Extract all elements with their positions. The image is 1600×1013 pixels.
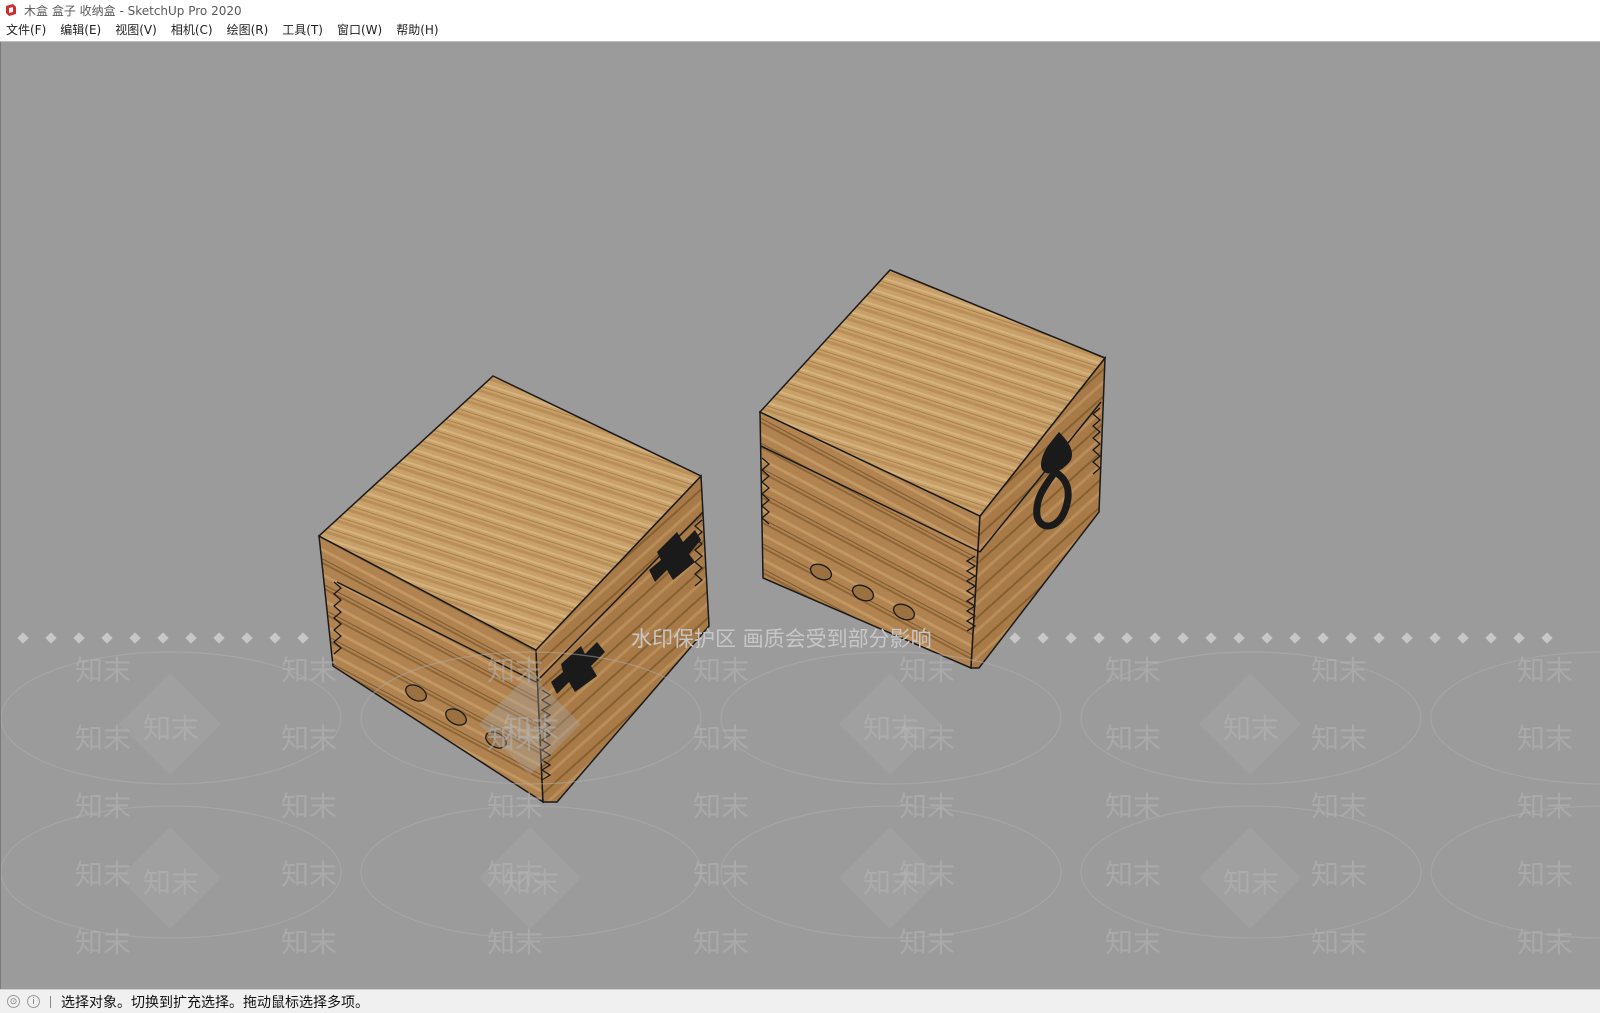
watermark-mark: 知末 xyxy=(503,712,559,745)
watermark-mark: 知末 xyxy=(863,712,919,745)
status-divider xyxy=(50,995,51,1008)
watermark-mark: 知末 xyxy=(693,858,749,891)
modeling-viewport[interactable]: 水印保护区 画质会受到部分影响 知末 知末 知末 知末 知末 知末 知末 知末 … xyxy=(0,42,1600,989)
watermark-mark: 知末 xyxy=(281,654,337,687)
watermark-mark: 知末 xyxy=(281,926,337,959)
watermark-mark: 知末 xyxy=(863,866,919,899)
status-bar: ⊙ i 选择对象。切换到扩充选择。拖动鼠标选择多项。 xyxy=(0,989,1600,1013)
viewport-canvas[interactable]: 水印保护区 画质会受到部分影响 知末 知末 知末 知末 知末 知末 知末 知末知… xyxy=(1,42,1600,989)
watermark-mark: 知末 xyxy=(693,926,749,959)
watermark-mark: 知末 xyxy=(1105,926,1161,959)
wooden-box-right[interactable] xyxy=(758,269,1107,670)
watermark-mark: 知末 xyxy=(75,654,131,687)
watermark-mark: 知末 xyxy=(1517,790,1573,823)
watermark-mark: 知末 xyxy=(1311,858,1367,891)
watermark-mark: 知末 xyxy=(487,926,543,959)
watermark-mark: 知末 xyxy=(487,654,543,687)
menu-tools[interactable]: 工具(T) xyxy=(275,20,330,41)
watermark-banner-text: 水印保护区 画质会受到部分影响 xyxy=(631,627,932,651)
watermark-mark: 知末 xyxy=(899,654,955,687)
menu-window[interactable]: 窗口(W) xyxy=(330,20,389,41)
watermark-mark: 知末 xyxy=(487,790,543,823)
watermark-mark: 知末 xyxy=(75,722,131,755)
watermark-mark: 知末 xyxy=(503,866,559,899)
sketchup-logo-icon xyxy=(6,4,16,16)
menu-camera[interactable]: 相机(C) xyxy=(164,20,220,41)
watermark-mark: 知末 xyxy=(1517,926,1573,959)
watermark-mark: 知末 xyxy=(281,790,337,823)
watermark-mark: 知末 xyxy=(1223,712,1279,745)
watermark-mark: 知末 xyxy=(899,926,955,959)
menu-bar: 文件(F) 编辑(E) 视图(V) 相机(C) 绘图(R) 工具(T) 窗口(W… xyxy=(0,20,1600,42)
watermark-mark: 知末 xyxy=(75,858,131,891)
watermark-mark: 知末 xyxy=(1105,722,1161,755)
menu-view[interactable]: 视图(V) xyxy=(108,20,164,41)
watermark-mark: 知末 xyxy=(899,790,955,823)
watermark-mark: 知末 xyxy=(1311,926,1367,959)
menu-file[interactable]: 文件(F) xyxy=(0,20,53,41)
watermark-mark: 知末 xyxy=(1517,722,1573,755)
menu-edit[interactable]: 编辑(E) xyxy=(53,20,108,41)
watermark-mark: 知末 xyxy=(1223,866,1279,899)
window-title: 木盒 盒子 收纳盒 - SketchUp Pro 2020 xyxy=(24,3,242,18)
watermark-overlay: 水印保护区 画质会受到部分影响 知末 知末 知末 知末 知末 知末 知末 知末知… xyxy=(1,627,1600,959)
watermark-mark: 知末 xyxy=(1311,722,1367,755)
watermark-mark: 知末 xyxy=(1105,858,1161,891)
watermark-mark: 知末 xyxy=(281,858,337,891)
watermark-mark: 知末 xyxy=(1105,654,1161,687)
watermark-mark: 知末 xyxy=(143,712,199,745)
status-message: 选择对象。切换到扩充选择。拖动鼠标选择多项。 xyxy=(61,994,369,1011)
watermark-mark: 知末 xyxy=(1311,654,1367,687)
watermark-mark: 知末 xyxy=(1517,654,1573,687)
watermark-mark: 知末 xyxy=(281,722,337,755)
watermark-mark: 知末 xyxy=(75,926,131,959)
watermark-mark: 知末 xyxy=(143,866,199,899)
watermark-mark: 知末 xyxy=(693,722,749,755)
watermark-mark: 知末 xyxy=(1105,790,1161,823)
watermark-mark: 知末 xyxy=(1517,858,1573,891)
menu-draw[interactable]: 绘图(R) xyxy=(220,20,276,41)
watermark-mark: 知末 xyxy=(1311,790,1367,823)
watermark-mark: 知末 xyxy=(693,790,749,823)
geo-location-icon[interactable]: ⊙ xyxy=(7,995,20,1008)
info-icon[interactable]: i xyxy=(27,995,40,1008)
watermark-mark: 知末 xyxy=(693,654,749,687)
title-bar: 木盒 盒子 收纳盒 - SketchUp Pro 2020 xyxy=(0,0,1600,20)
watermark-mark: 知末 xyxy=(75,790,131,823)
menu-help[interactable]: 帮助(H) xyxy=(389,20,445,41)
